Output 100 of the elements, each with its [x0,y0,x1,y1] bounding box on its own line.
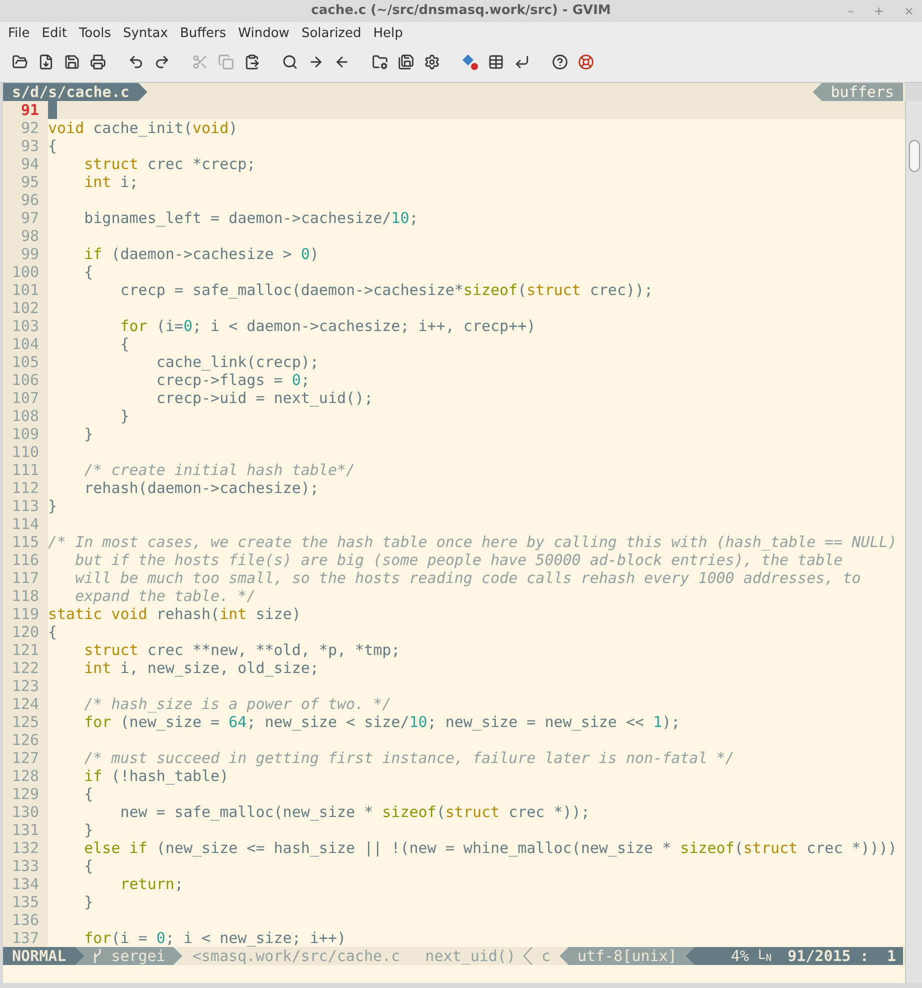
code-line: /* In most cases, we create the hash table once here by calling this with (hash_table == NULL) [48,533,897,551]
line-number: 99 [20,245,39,263]
line-number: 97 [20,209,39,227]
code-line: for(i = 0; i < new_size; i++) [84,929,346,947]
line-number: 92 [20,119,39,137]
line-number: 100 [12,263,39,281]
code-line: } [48,497,58,515]
scrollbar-thumb[interactable] [908,140,920,172]
line-number: 113 [12,497,39,515]
line-number: 124 [12,695,39,713]
code-line: crecp->flags = 0; [156,371,310,389]
file-tab[interactable]: s/d/s/cache.c [3,83,148,101]
code-line: { [48,137,58,155]
line-number: 120 [12,623,39,641]
line-number: 136 [12,911,39,929]
code-line: } [84,425,94,443]
line-number: 93 [20,137,39,155]
scrollbar-track[interactable] [905,101,922,983]
line-number: 132 [12,839,39,857]
code-line: rehash(daemon->cachesize); [84,479,319,497]
line-number: 109 [12,425,39,443]
encoding: utf-8[unix] [560,947,695,965]
save-icon [64,54,80,70]
menu-item[interactable]: Tools [72,24,117,44]
line-number: 135 [12,893,39,911]
menu-item[interactable]: Edit [36,24,73,44]
line-number: 129 [12,785,39,803]
line-number: 123 [12,677,39,695]
chevron-left-icon [523,947,534,965]
search-icon [282,54,298,70]
line-number: 115 [12,533,39,551]
line-number: 127 [12,749,39,767]
help-icon [552,54,568,70]
folder-open-icon [12,54,28,70]
menu-item[interactable]: Buffers [174,24,232,44]
arrow-right-icon [308,54,324,70]
redo-icon [154,54,170,70]
menu-item[interactable]: Help [367,24,409,44]
function-name: next_uid() [425,947,516,965]
code-line: } [120,407,130,425]
printer-icon [90,54,106,70]
code-line: { [84,263,94,281]
branch-name: sergei [111,947,166,965]
cursor-position: 91/2015 : 1 [788,947,896,965]
code-line: if (!hash_table) [84,767,229,785]
code-line: return; [120,875,184,893]
copy-icon [218,54,234,70]
menu-item[interactable]: Window [232,24,296,44]
line-number: 91 [20,101,39,119]
code-line: else if (new_size <= hash_size || !(new = whine_malloc(new_size * sizeof(struct crec *)))) [84,839,897,857]
line-number: 101 [12,281,39,299]
code-line: { [84,785,94,803]
code-line: { [120,335,130,353]
code-line: } [84,821,94,839]
window-title: cache.c (~/src/dnsmasq.work/src) - GVIM [311,2,611,20]
code-line: void cache_init(void) [48,119,238,137]
line-number: 98 [20,227,39,245]
line-number: 104 [12,335,39,353]
mode-indicator: NORMAL [3,947,84,965]
line-number: 133 [12,857,39,875]
menu-item[interactable]: Syntax [116,24,174,44]
arrow-left-icon [334,54,350,70]
line-number: 128 [12,767,39,785]
code-line: static void rehash(int size) [48,605,301,623]
line-number: 94 [20,155,39,173]
line-number: 110 [12,443,39,461]
floppy-disks-icon [398,54,414,70]
line-number: 108 [12,407,39,425]
file-path: <smasq.work/src/cache.c [192,947,400,965]
menu-item[interactable]: Solarized [295,24,368,44]
code-line: { [48,623,58,641]
code-line: crecp = safe_malloc(daemon->cachesize*sizeof(struct crec)); [120,281,654,299]
folder-gear-icon [372,54,388,70]
line-number: 121 [12,641,39,659]
line-number: 125 [12,713,39,731]
code-line: for (i=0; i < daemon->cachesize; i++, crecp++) [120,317,536,335]
text-cursor [48,101,57,119]
code-line: cache_link(crecp); [156,353,319,371]
clipboard-icon [244,54,260,70]
code-line: if (daemon->cachesize > 0) [84,245,319,263]
code-line: int i; [84,173,138,191]
file-type: c [541,947,551,965]
code-line: } [84,893,94,911]
menu-item[interactable]: File [2,24,36,44]
line-number: 114 [12,515,39,533]
code-line: { [84,857,94,875]
buffers-label: buffers [812,83,903,101]
code-line: will be much too small, so the hosts reading code calls rehash every 1000 addresses, to [75,569,861,587]
code-line: struct crec *crecp; [84,155,256,173]
line-number: 130 [12,803,39,821]
code-line: crecp->uid = next_uid(); [156,389,374,407]
percent-text: 4% [730,947,749,965]
branch-icon [92,949,102,963]
line-number: 112 [12,479,39,497]
code-line: /* must succeed in getting first instance, failure later is non-fatal */ [84,749,734,767]
line-number: 118 [12,587,39,605]
code-line: struct crec **new, **old, *p, *tmp; [84,641,400,659]
line-number: 131 [12,821,39,839]
scissors-icon [192,54,208,70]
lifebuoy-icon [578,54,594,70]
